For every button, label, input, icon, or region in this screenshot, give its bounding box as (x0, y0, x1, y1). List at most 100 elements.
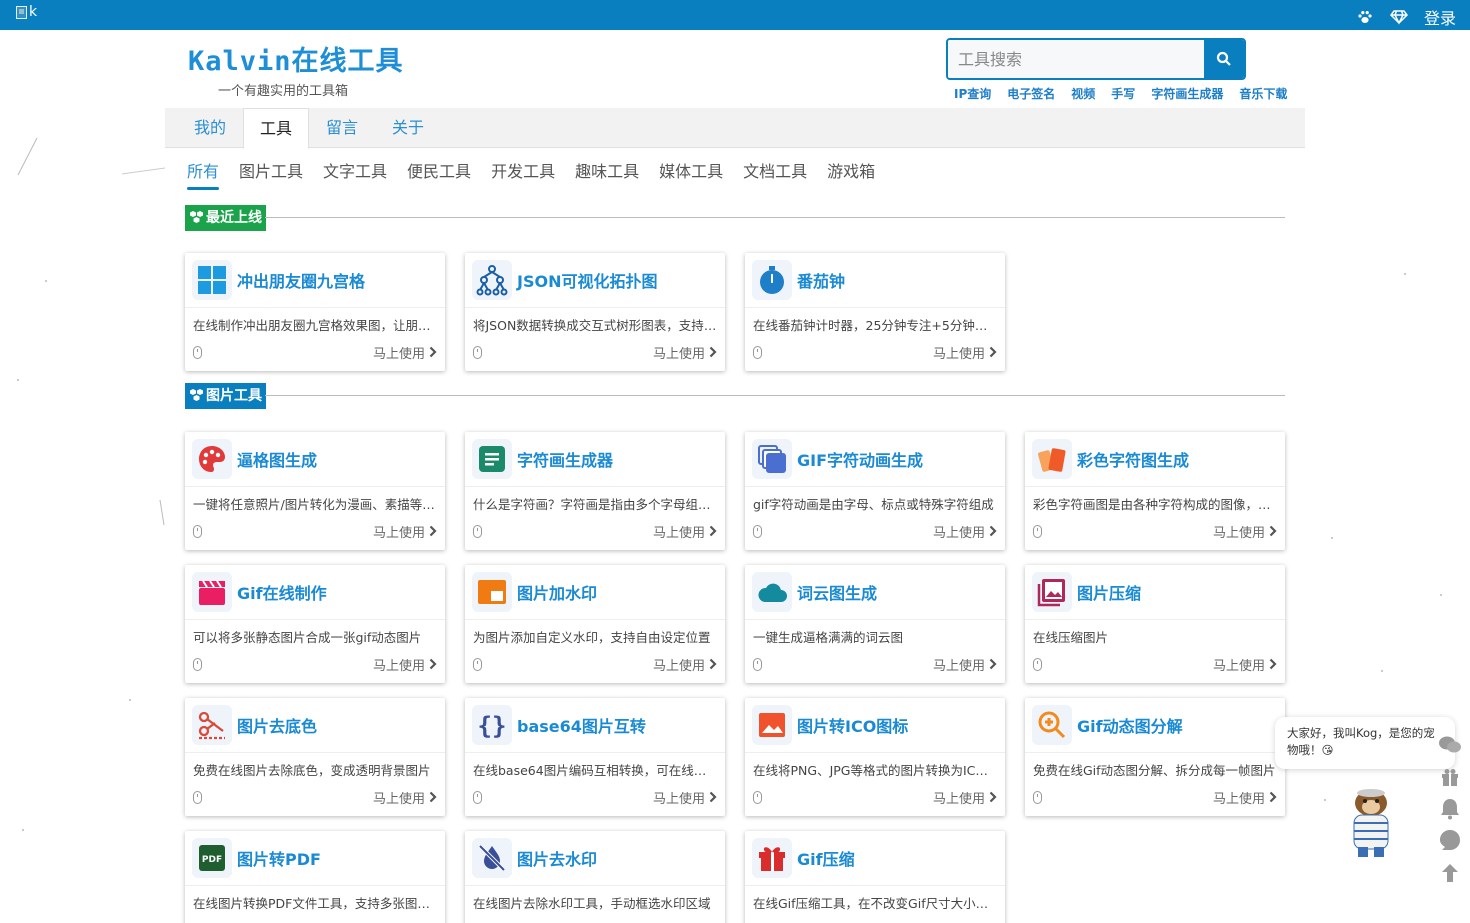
tool-name[interactable]: JSON可视化拓扑图 (517, 268, 657, 292)
tool-name[interactable]: GIF字符动画生成 (797, 447, 923, 471)
tool-description: 在线base64图片编码互相转换，可在线预览 (473, 763, 719, 778)
category-media[interactable]: 媒体工具 (659, 158, 723, 190)
brand[interactable]: Kalvin在线工具 一个有趣实用的工具箱 (188, 39, 404, 99)
quick-link[interactable]: 电子签名 (1007, 85, 1055, 102)
category-dev[interactable]: 开发工具 (491, 158, 555, 190)
tool-card[interactable]: 字符画生成器什么是字符画？字符画是指由多个字母组成的图马上使用 (465, 432, 725, 550)
quick-link[interactable]: 手写 (1111, 85, 1135, 102)
tool-name[interactable]: 词云图生成 (797, 580, 877, 604)
chevron-right-icon (989, 525, 997, 537)
use-now-button[interactable]: 马上使用 (653, 788, 717, 807)
tab-mine[interactable]: 我的 (178, 108, 242, 148)
use-now-button[interactable]: 马上使用 (373, 655, 437, 674)
tool-card[interactable]: 图片压缩 在线压缩图片 马上使用 (1025, 565, 1285, 683)
diamond-icon[interactable] (1389, 8, 1408, 26)
category-docs[interactable]: 文档工具 (743, 158, 807, 190)
tool-card-header: 图片去底色 (185, 698, 445, 753)
tool-card-header: 图片加水印 (465, 565, 725, 620)
tool-name[interactable]: 图片加水印 (517, 580, 597, 604)
use-now-button[interactable]: 马上使用 (1213, 522, 1277, 541)
timer-icon (752, 260, 792, 300)
quick-link[interactable]: 音乐下载 (1239, 85, 1287, 102)
tool-card[interactable]: 词云图生成 一键生成逼格满满的词云图 马上使用 (745, 565, 1005, 683)
tool-description: 什么是字符画？字符画是指由多个字母组成的图 (473, 497, 725, 512)
tool-card[interactable]: 冲出朋友圈九宫格在线制作冲出朋友圈九宫格效果图，让朋友圈更有趣马上使用 (185, 253, 445, 371)
tool-name[interactable]: 番茄钟 (797, 268, 845, 292)
category-fun[interactable]: 趣味工具 (575, 158, 639, 190)
tool-name[interactable]: Gif压缩 (797, 846, 855, 870)
paw-icon[interactable] (1356, 8, 1374, 26)
tool-card[interactable]: 彩色字符图生成 彩色字符画图是由各种字符构成的图像，色彩丰富 马上使用 (1025, 432, 1285, 550)
bell-icon[interactable] (1438, 797, 1462, 821)
tool-name[interactable]: 图片转ICO图标 (797, 713, 908, 737)
pet-mascot[interactable] (1340, 785, 1402, 860)
use-now-button[interactable]: 马上使用 (933, 343, 997, 362)
site-logo[interactable]: k (16, 3, 37, 21)
use-now-button[interactable]: 马上使用 (933, 522, 997, 541)
tool-card-footer: 马上使用 (1033, 522, 1277, 541)
tool-card[interactable]: 番茄钟 在线番茄钟计时器，25分钟专注+5分钟休息 马上使用 (745, 253, 1005, 371)
tool-name[interactable]: 图片转PDF (237, 846, 321, 870)
back-to-top-icon[interactable] (1438, 861, 1462, 885)
quick-link[interactable]: 视频 (1071, 85, 1095, 102)
tool-description: 为图片添加自定义水印，支持自由设定位置 (473, 630, 711, 645)
use-now-button[interactable]: 马上使用 (1213, 655, 1277, 674)
search-button[interactable] (1204, 40, 1244, 78)
use-now-button[interactable]: 马上使用 (933, 788, 997, 807)
search-input[interactable] (948, 40, 1204, 78)
chevron-right-icon (709, 658, 717, 670)
tool-card-footer: 马上使用 (193, 343, 437, 362)
tool-name[interactable]: Gif动态图分解 (1077, 713, 1183, 737)
category-image[interactable]: 图片工具 (239, 158, 303, 190)
tool-card[interactable]: {} base64图片互转 在线base64图片编码互相转换，可在线预览 马上使用 (465, 698, 725, 816)
tool-card[interactable]: 图片去水印在线图片去除水印工具，手动框选水印区域马上使用 (465, 831, 725, 923)
use-now-button[interactable]: 马上使用 (933, 655, 997, 674)
tool-name[interactable]: 字符画生成器 (517, 447, 613, 471)
tool-name[interactable]: 图片去水印 (517, 846, 597, 870)
use-now-button[interactable]: 马上使用 (1213, 788, 1277, 807)
tool-card[interactable]: GIF字符动画生成 gif字符动画是由字母、标点或特殊字符组成 马上使用 (745, 432, 1005, 550)
tool-card[interactable]: Gif压缩在线Gif压缩工具，在不改变Gif尺寸大小的情况下马上使用 (745, 831, 1005, 923)
category-games[interactable]: 游戏箱 (827, 158, 875, 190)
use-now-button[interactable]: 马上使用 (373, 788, 437, 807)
tool-card[interactable]: 图片加水印为图片添加自定义水印，支持自由设定位置马上使用 (465, 565, 725, 683)
chat-icon[interactable] (1438, 829, 1462, 853)
use-now-button[interactable]: 马上使用 (653, 343, 717, 362)
gift-icon[interactable] (1438, 765, 1462, 789)
quick-link[interactable]: 字符画生成器 (1151, 85, 1223, 102)
tool-card[interactable]: 逼格图生成一键将任意照片/图片转化为漫画、素描等风格马上使用 (185, 432, 445, 550)
tool-name[interactable]: 彩色字符图生成 (1077, 447, 1189, 471)
tool-name[interactable]: base64图片互转 (517, 713, 646, 737)
use-now-button[interactable]: 马上使用 (653, 522, 717, 541)
quick-link[interactable]: IP查询 (954, 85, 991, 102)
use-now-button[interactable]: 马上使用 (653, 655, 717, 674)
wechat-icon[interactable] (1438, 733, 1462, 757)
tool-card[interactable]: Gif动态图分解 免费在线Gif动态图分解、拆分成每一帧图片 马上使用 (1025, 698, 1285, 816)
main-container: Kalvin在线工具 一个有趣实用的工具箱 IP查询 电子签名 视频 手写 字符… (165, 30, 1305, 923)
image-icon (752, 705, 792, 745)
tool-card[interactable]: Gif在线制作 可以将多张静态图片合成一张gif动态图片 马上使用 (185, 565, 445, 683)
tool-card[interactable]: JSON可视化拓扑图将JSON数据转换成交互式树形图表，支持展开折叠马上使用 (465, 253, 725, 371)
tab-tools[interactable]: 工具 (243, 108, 310, 149)
use-now-button[interactable]: 马上使用 (373, 343, 437, 362)
tool-card[interactable]: 图片去底色 免费在线图片去除底色，变成透明背景图片 马上使用 (185, 698, 445, 816)
tool-name[interactable]: 图片压缩 (1077, 580, 1141, 604)
use-now-label: 马上使用 (372, 658, 425, 674)
tab-about[interactable]: 关于 (376, 108, 440, 148)
tool-name[interactable]: 逼格图生成 (237, 447, 317, 471)
tab-messages[interactable]: 留言 (310, 108, 374, 148)
tool-description: 一键将任意照片/图片转化为漫画、素描等风格 (193, 497, 445, 512)
chevron-right-icon (1269, 525, 1277, 537)
tool-card-header: 逼格图生成 (185, 432, 445, 487)
tool-name[interactable]: Gif在线制作 (237, 580, 327, 604)
category-all[interactable]: 所有 (187, 158, 220, 190)
tool-card[interactable]: PDF图片转PDF在线图片转换PDF文件工具，支持多张图片合并马上使用 (185, 831, 445, 923)
category-text[interactable]: 文字工具 (323, 158, 387, 190)
category-utility[interactable]: 便民工具 (407, 158, 471, 190)
tool-name[interactable]: 图片去底色 (237, 713, 317, 737)
use-now-button[interactable]: 马上使用 (373, 522, 437, 541)
tool-name[interactable]: 冲出朋友圈九宫格 (237, 268, 365, 292)
tool-card-header: PDF 图片转PDF (185, 831, 445, 886)
tool-card[interactable]: 图片转ICO图标 在线将PNG、JPG等格式的图片转换为ICO图标 马上使用 (745, 698, 1005, 816)
login-link[interactable]: 登录 (1424, 5, 1456, 29)
